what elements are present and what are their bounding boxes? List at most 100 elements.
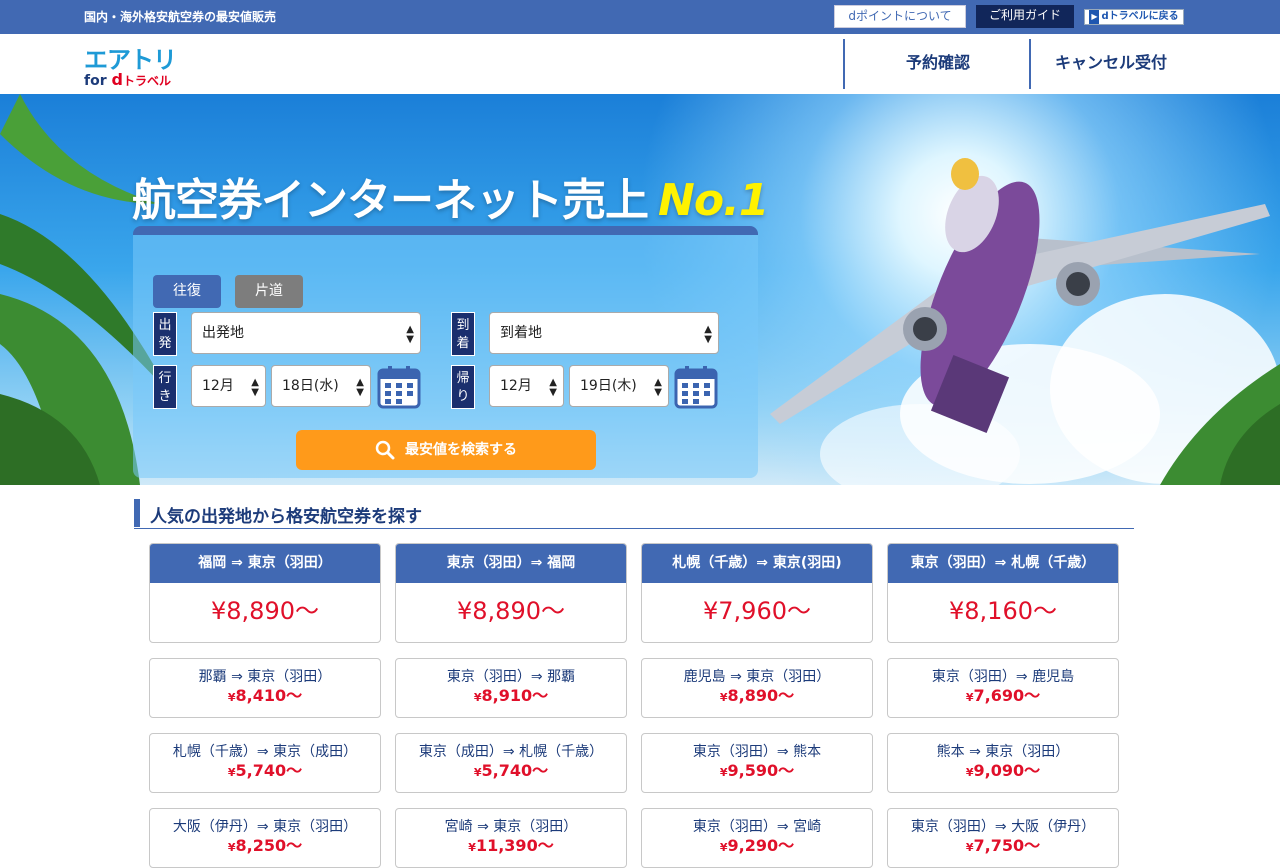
calendar-icon[interactable] (377, 365, 421, 409)
route-price: ¥8,890〜 (211, 597, 319, 625)
route-card[interactable]: 札幌（千歳）⇒ 東京（成田） ¥5,740〜 (149, 733, 381, 793)
round-trip-tab[interactable]: 往復 (153, 275, 221, 308)
route-price: ¥9,590〜 (642, 761, 872, 783)
route-price: ¥8,160〜 (949, 597, 1057, 625)
route-price-value: 8,410〜 (235, 686, 303, 705)
arrival-select[interactable]: 到着地 ▲ ▼ (489, 312, 719, 354)
featured-route-card[interactable]: 札幌（千歳）⇒ 東京(羽田) ¥7,960〜 (641, 543, 873, 643)
return-day-value: 19日(木) (580, 378, 637, 394)
route-name: 東京（羽田）⇒ 宮崎 (692, 819, 822, 835)
route-name: 福岡 ⇒ 東京（羽田） (150, 544, 380, 583)
route-card[interactable]: 大阪（伊丹）⇒ 東京（羽田） ¥8,250〜 (149, 808, 381, 868)
yen-sign: ¥ (473, 766, 482, 779)
chevron-down-icon: ▼ (549, 387, 557, 398)
route-card[interactable]: 東京（羽田）⇒ 鹿児島 ¥7,690〜 (887, 658, 1119, 718)
route-card[interactable]: 熊本 ⇒ 東京（羽田） ¥9,090〜 (887, 733, 1119, 793)
route-price: ¥11,390〜 (396, 836, 626, 858)
route-price-value: 5,740〜 (235, 761, 303, 780)
logo-sub: for dトラベル (84, 70, 171, 89)
outbound-day-select[interactable]: 18日(水) ▲ ▼ (271, 365, 371, 407)
heading-accent-bar (134, 499, 140, 527)
route-price: ¥7,750〜 (888, 836, 1118, 858)
airplane-image (770, 158, 1270, 434)
route-card[interactable]: 東京（羽田）⇒ 宮崎 ¥9,290〜 (641, 808, 873, 868)
yen-sign: ¥ (227, 841, 236, 854)
route-price: ¥8,890〜 (642, 686, 872, 708)
featured-route-card[interactable]: 福岡 ⇒ 東京（羽田） ¥8,890〜 (149, 543, 381, 643)
route-card[interactable]: 東京（羽田）⇒ 那覇 ¥8,910〜 (395, 658, 627, 718)
route-card[interactable]: 那覇 ⇒ 東京（羽田） ¥8,410〜 (149, 658, 381, 718)
route-name: 札幌（千歳）⇒ 東京（成田） (172, 744, 358, 760)
flight-search-panel: 往復 片道 出発 出発地 ▲ ▼ 到着 到着地 ▲ ▼ 行き 12月 ▲ ▼ 18日(… (133, 226, 758, 478)
chevron-down-icon: ▼ (406, 334, 414, 345)
site-header: エアトリ for dトラベル 予約確認 キャンセル受付 (0, 34, 1280, 94)
logo-travel: トラベル (122, 74, 171, 88)
route-name: 東京（羽田）⇒ 福岡 (396, 544, 626, 583)
outbound-label: 行き (153, 365, 177, 409)
route-card[interactable]: 東京（羽田）⇒ 熊本 ¥9,590〜 (641, 733, 873, 793)
section-heading: 人気の出発地から格安航空券を探す (134, 499, 1134, 529)
route-price-value: 8,910〜 (481, 686, 549, 705)
calendar-icon[interactable] (674, 365, 718, 409)
user-guide-button[interactable]: ご利用ガイド (976, 5, 1074, 28)
outbound-day-value: 18日(水) (282, 378, 339, 394)
yen-sign: ¥ (468, 841, 476, 854)
route-price: ¥7,690〜 (888, 686, 1118, 708)
yen-sign: ¥ (719, 691, 728, 704)
chevron-down-icon: ▼ (654, 387, 662, 398)
route-price-value: 8,890〜 (727, 686, 795, 705)
outbound-month-value: 12月 (202, 378, 234, 394)
route-name: 東京（羽田）⇒ 大阪（伊丹） (910, 819, 1096, 835)
chevron-down-icon: ▼ (251, 387, 259, 398)
yen-sign: ¥ (719, 841, 728, 854)
return-month-select[interactable]: 12月 ▲ ▼ (489, 365, 564, 407)
search-icon (375, 440, 395, 460)
route-price-value: 7,750〜 (973, 836, 1041, 855)
route-name: 東京（羽田）⇒ 札幌（千歳） (888, 544, 1118, 583)
nav-reservation-check[interactable]: 予約確認 (843, 39, 1031, 89)
featured-route-card[interactable]: 東京（羽田）⇒ 札幌（千歳） ¥8,160〜 (887, 543, 1119, 643)
yen-sign: ¥ (473, 691, 482, 704)
dpoint-info-button[interactable]: dポイントについて (834, 5, 966, 28)
route-price-value: 9,290〜 (727, 836, 795, 855)
outbound-month-select[interactable]: 12月 ▲ ▼ (191, 365, 266, 407)
route-name: 東京（羽田）⇒ 鹿児島 (931, 669, 1075, 685)
route-card[interactable]: 宮崎 ⇒ 東京（羽田） ¥11,390〜 (395, 808, 627, 868)
arrival-select-value: 到着地 (500, 325, 542, 341)
nav-cancel-desk[interactable]: キャンセル受付 (1029, 39, 1191, 89)
route-name: 札幌（千歳）⇒ 東京(羽田) (642, 544, 872, 583)
search-button-label: 最安値を検索する (405, 442, 517, 458)
route-price: ¥9,290〜 (642, 836, 872, 858)
yen-sign: ¥ (227, 691, 236, 704)
route-price: ¥8,250〜 (150, 836, 380, 858)
route-card[interactable]: 東京（羽田）⇒ 大阪（伊丹） ¥7,750〜 (887, 808, 1119, 868)
back-to-dtravel-label: dトラベルに戻る (1101, 11, 1179, 22)
route-name: 大阪（伊丹）⇒ 東京（羽田） (172, 819, 358, 835)
hero-title: 航空券インターネット売上 No.1 (132, 164, 769, 228)
route-name: 東京（成田）⇒ 札幌（千歳） (418, 744, 604, 760)
yen-sign: ¥ (965, 691, 974, 704)
route-price: ¥5,740〜 (150, 761, 380, 783)
route-price: ¥5,740〜 (396, 761, 626, 783)
route-price: ¥7,960〜 (703, 597, 811, 625)
departure-select[interactable]: 出発地 ▲ ▼ (191, 312, 421, 354)
arrive-place-label: 到着 (451, 312, 475, 356)
yen-sign: ¥ (965, 841, 974, 854)
one-way-tab[interactable]: 片道 (235, 275, 303, 308)
search-button[interactable]: 最安値を検索する (296, 430, 596, 470)
return-day-select[interactable]: 19日(木) ▲ ▼ (569, 365, 669, 407)
yen-sign: ¥ (965, 766, 974, 779)
route-name: 宮崎 ⇒ 東京（羽田） (444, 819, 578, 835)
featured-route-card[interactable]: 東京（羽田）⇒ 福岡 ¥8,890〜 (395, 543, 627, 643)
tagline: 国内・海外格安航空券の最安値販売 (84, 10, 277, 24)
route-card[interactable]: 鹿児島 ⇒ 東京（羽田） ¥8,890〜 (641, 658, 873, 718)
route-price-value: 8,250〜 (235, 836, 303, 855)
departure-select-value: 出発地 (202, 325, 244, 341)
route-card[interactable]: 東京（成田）⇒ 札幌（千歳） ¥5,740〜 (395, 733, 627, 793)
route-price: ¥8,410〜 (150, 686, 380, 708)
back-to-dtravel-button[interactable]: ▶ dトラベルに戻る (1084, 9, 1184, 25)
route-name: 鹿児島 ⇒ 東京（羽田） (683, 669, 831, 685)
route-name: 東京（羽田）⇒ 那覇 (446, 669, 576, 685)
route-price-value: 7,690〜 (973, 686, 1041, 705)
route-price-value: 9,590〜 (727, 761, 795, 780)
